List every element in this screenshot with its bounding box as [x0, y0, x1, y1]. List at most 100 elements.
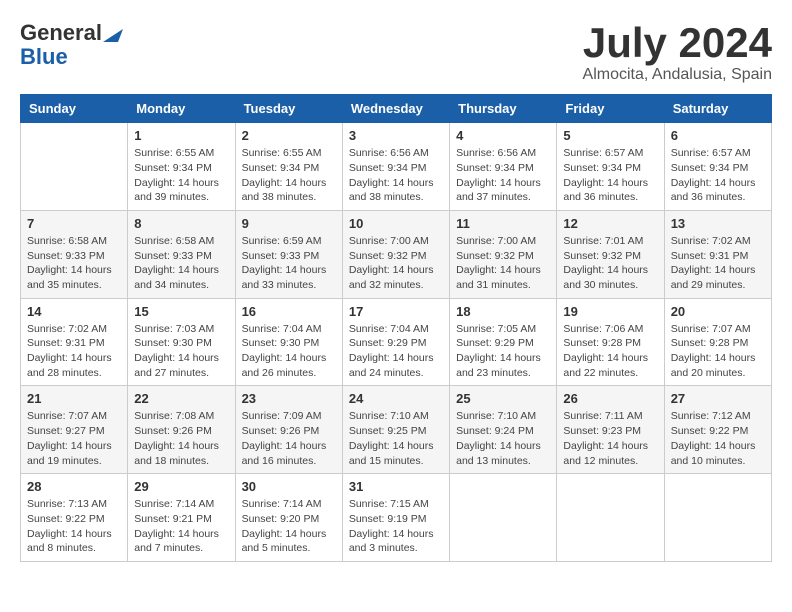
day-number: 20 — [671, 304, 765, 319]
weekday-friday: Friday — [557, 95, 664, 123]
calendar-cell: 19Sunrise: 7:06 AM Sunset: 9:28 PM Dayli… — [557, 298, 664, 386]
calendar-cell: 15Sunrise: 7:03 AM Sunset: 9:30 PM Dayli… — [128, 298, 235, 386]
calendar-cell: 4Sunrise: 6:56 AM Sunset: 9:34 PM Daylig… — [450, 123, 557, 211]
day-info: Sunrise: 7:15 AM Sunset: 9:19 PM Dayligh… — [349, 497, 443, 556]
day-info: Sunrise: 7:14 AM Sunset: 9:21 PM Dayligh… — [134, 497, 228, 556]
calendar-cell: 18 Sunrise: 7:05 AM Sunset: 9:29 PM Dayli… — [450, 298, 557, 386]
calendar-cell — [557, 474, 664, 562]
day-info: Sunrise: 7:14 AM Sunset: 9:20 PM Dayligh… — [242, 497, 336, 556]
calendar-cell — [450, 474, 557, 562]
day-info: Sunrise: 6:56 AM Sunset: 9:34 PM Dayligh… — [349, 146, 443, 205]
logo-blue: Blue — [20, 44, 68, 70]
day-info: Sunrise: 7:10 AM Sunset: 9:24 PM Dayligh… — [456, 409, 550, 468]
weekday-header-row: SundayMondayTuesdayWednesdayThursdayFrid… — [21, 95, 772, 123]
day-number: 7 — [27, 216, 121, 231]
calendar-cell: 24 Sunrise: 7:10 AM Sunset: 9:25 PM Dayli… — [342, 386, 449, 474]
calendar-cell: 21 Sunrise: 7:07 AM Sunset: 9:27 PM Dayli… — [21, 386, 128, 474]
calendar-cell: 6 Sunrise: 6:57 AM Sunset: 9:34 PM Daylig… — [664, 123, 771, 211]
day-number: 12 — [563, 216, 657, 231]
day-info: Sunrise: 7:09 AM Sunset: 9:26 PM Dayligh… — [242, 409, 336, 468]
day-info: Sunrise: 7:13 AM Sunset: 9:22 PM Dayligh… — [27, 497, 121, 556]
day-info: Sunrise: 6:59 AM Sunset: 9:33 PM Dayligh… — [242, 234, 336, 293]
day-number: 6 — [671, 128, 765, 143]
calendar-cell: 5 Sunrise: 6:57 AM Sunset: 9:34 PM Daylig… — [557, 123, 664, 211]
calendar-table: SundayMondayTuesdayWednesdayThursdayFrid… — [20, 94, 772, 562]
weekday-monday: Monday — [128, 95, 235, 123]
calendar-cell: 2 Sunrise: 6:55 AM Sunset: 9:34 PM Daylig… — [235, 123, 342, 211]
day-number: 15 — [134, 304, 228, 319]
day-number: 17 — [349, 304, 443, 319]
calendar-cell: 14Sunrise: 7:02 AM Sunset: 9:31 PM Dayli… — [21, 298, 128, 386]
day-info: Sunrise: 7:08 AM Sunset: 9:26 PM Dayligh… — [134, 409, 228, 468]
weekday-saturday: Saturday — [664, 95, 771, 123]
weekday-sunday: Sunday — [21, 95, 128, 123]
day-info: Sunrise: 6:57 AM Sunset: 9:34 PM Dayligh… — [671, 146, 765, 205]
day-info: Sunrise: 7:04 AM Sunset: 9:29 PM Dayligh… — [349, 322, 443, 381]
week-row-3: 14Sunrise: 7:02 AM Sunset: 9:31 PM Dayli… — [21, 298, 772, 386]
day-number: 16 — [242, 304, 336, 319]
day-number: 2 — [242, 128, 336, 143]
day-number: 8 — [134, 216, 228, 231]
day-info: Sunrise: 7:12 AM Sunset: 9:22 PM Dayligh… — [671, 409, 765, 468]
calendar-cell: 16 Sunrise: 7:04 AM Sunset: 9:30 PM Dayli… — [235, 298, 342, 386]
day-number: 31 — [349, 479, 443, 494]
calendar-cell: 10Sunrise: 7:00 AM Sunset: 9:32 PM Dayli… — [342, 210, 449, 298]
calendar-cell: 13Sunrise: 7:02 AM Sunset: 9:31 PM Dayli… — [664, 210, 771, 298]
day-number: 13 — [671, 216, 765, 231]
logo-bird-icon — [103, 24, 123, 42]
day-number: 30 — [242, 479, 336, 494]
day-number: 18 — [456, 304, 550, 319]
day-number: 21 — [27, 391, 121, 406]
day-number: 5 — [563, 128, 657, 143]
header: General Blue July 2024 Almocita, Andalus… — [20, 20, 772, 84]
day-info: Sunrise: 6:55 AM Sunset: 9:34 PM Dayligh… — [242, 146, 336, 205]
weekday-tuesday: Tuesday — [235, 95, 342, 123]
calendar-cell: 31 Sunrise: 7:15 AM Sunset: 9:19 PM Dayli… — [342, 474, 449, 562]
day-info: Sunrise: 7:06 AM Sunset: 9:28 PM Dayligh… — [563, 322, 657, 381]
calendar-cell: 12 Sunrise: 7:01 AM Sunset: 9:32 PM Dayli… — [557, 210, 664, 298]
calendar-cell: 30 Sunrise: 7:14 AM Sunset: 9:20 PM Dayli… — [235, 474, 342, 562]
day-number: 27 — [671, 391, 765, 406]
day-number: 3 — [349, 128, 443, 143]
calendar-cell: 8 Sunrise: 6:58 AM Sunset: 9:33 PM Daylig… — [128, 210, 235, 298]
title-area: July 2024 Almocita, Andalusia, Spain — [583, 20, 772, 84]
day-info: Sunrise: 6:55 AM Sunset: 9:34 PM Dayligh… — [134, 146, 228, 205]
week-row-4: 21 Sunrise: 7:07 AM Sunset: 9:27 PM Dayli… — [21, 386, 772, 474]
day-info: Sunrise: 7:10 AM Sunset: 9:25 PM Dayligh… — [349, 409, 443, 468]
calendar-cell: 26Sunrise: 7:11 AM Sunset: 9:23 PM Dayli… — [557, 386, 664, 474]
day-number: 11 — [456, 216, 550, 231]
logo-general: General — [20, 20, 102, 46]
day-info: Sunrise: 7:07 AM Sunset: 9:27 PM Dayligh… — [27, 409, 121, 468]
day-number: 24 — [349, 391, 443, 406]
day-number: 23 — [242, 391, 336, 406]
calendar-cell: 29Sunrise: 7:14 AM Sunset: 9:21 PM Dayli… — [128, 474, 235, 562]
calendar-cell: 20 Sunrise: 7:07 AM Sunset: 9:28 PM Dayli… — [664, 298, 771, 386]
day-number: 9 — [242, 216, 336, 231]
calendar-cell: 7 Sunrise: 6:58 AM Sunset: 9:33 PM Daylig… — [21, 210, 128, 298]
day-number: 28 — [27, 479, 121, 494]
location-title: Almocita, Andalusia, Spain — [583, 66, 772, 84]
day-number: 10 — [349, 216, 443, 231]
day-info: Sunrise: 7:07 AM Sunset: 9:28 PM Dayligh… — [671, 322, 765, 381]
day-info: Sunrise: 6:58 AM Sunset: 9:33 PM Dayligh… — [27, 234, 121, 293]
day-info: Sunrise: 7:01 AM Sunset: 9:32 PM Dayligh… — [563, 234, 657, 293]
logo: General Blue — [20, 20, 123, 70]
calendar-cell: 27 Sunrise: 7:12 AM Sunset: 9:22 PM Dayli… — [664, 386, 771, 474]
day-number: 1 — [134, 128, 228, 143]
calendar-cell: 11 Sunrise: 7:00 AM Sunset: 9:32 PM Dayli… — [450, 210, 557, 298]
day-number: 25 — [456, 391, 550, 406]
calendar-cell: 1 Sunrise: 6:55 AM Sunset: 9:34 PM Daylig… — [128, 123, 235, 211]
weekday-thursday: Thursday — [450, 95, 557, 123]
day-info: Sunrise: 7:05 AM Sunset: 9:29 PM Dayligh… — [456, 322, 550, 381]
week-row-5: 28 Sunrise: 7:13 AM Sunset: 9:22 PM Dayli… — [21, 474, 772, 562]
calendar-cell: 28 Sunrise: 7:13 AM Sunset: 9:22 PM Dayli… — [21, 474, 128, 562]
day-info: Sunrise: 6:57 AM Sunset: 9:34 PM Dayligh… — [563, 146, 657, 205]
calendar-cell: 25 Sunrise: 7:10 AM Sunset: 9:24 PM Dayli… — [450, 386, 557, 474]
day-info: Sunrise: 7:00 AM Sunset: 9:32 PM Dayligh… — [456, 234, 550, 293]
day-info: Sunrise: 7:04 AM Sunset: 9:30 PM Dayligh… — [242, 322, 336, 381]
calendar-cell: 22Sunrise: 7:08 AM Sunset: 9:26 PM Dayli… — [128, 386, 235, 474]
calendar-cell: 9 Sunrise: 6:59 AM Sunset: 9:33 PM Daylig… — [235, 210, 342, 298]
day-info: Sunrise: 6:56 AM Sunset: 9:34 PM Dayligh… — [456, 146, 550, 205]
calendar-cell — [21, 123, 128, 211]
day-info: Sunrise: 6:58 AM Sunset: 9:33 PM Dayligh… — [134, 234, 228, 293]
